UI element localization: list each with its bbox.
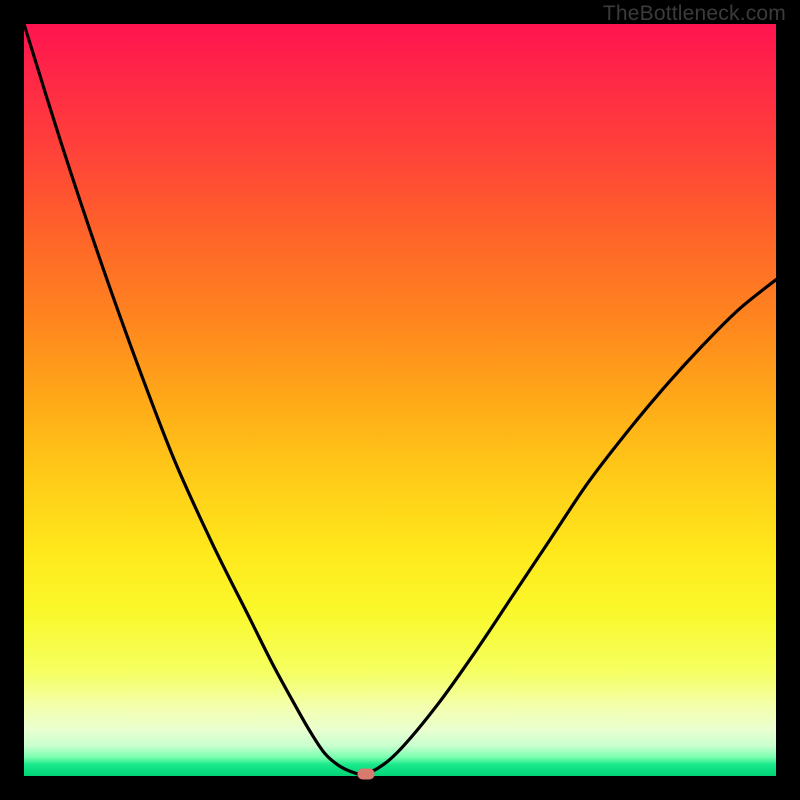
plot-area <box>24 24 776 776</box>
chart-frame: TheBottleneck.com <box>0 0 800 800</box>
watermark-text: TheBottleneck.com <box>603 2 786 26</box>
bottleneck-curve <box>24 24 776 776</box>
optimal-point-marker <box>358 768 375 779</box>
